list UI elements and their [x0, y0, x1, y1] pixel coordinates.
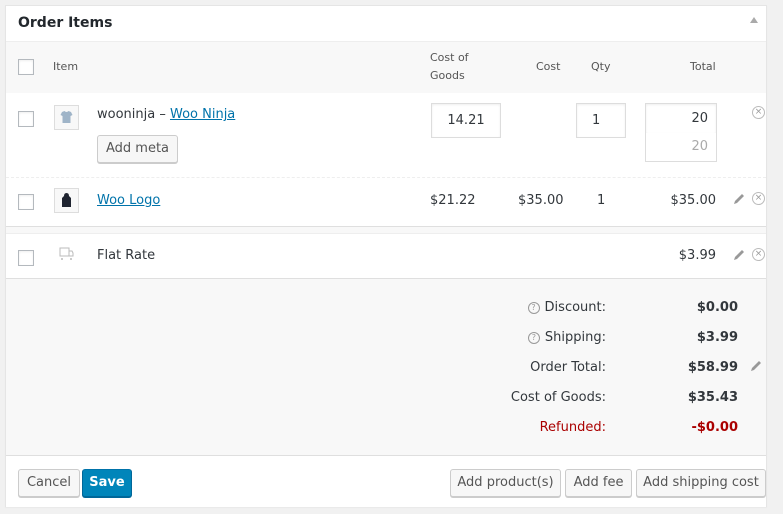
- delete-shipping-icon[interactable]: ×: [752, 248, 765, 261]
- cost-of-goods-input[interactable]: 14.21: [431, 103, 501, 138]
- add-shipping-cost-button[interactable]: Add shipping cost: [636, 469, 766, 497]
- line-item-title: wooninja – Woo Ninja: [97, 107, 235, 122]
- line-item-row: wooninja – Woo Ninja Add meta 14.21 1 20…: [6, 93, 766, 177]
- line-item-sku: wooninja –: [97, 107, 170, 122]
- save-button[interactable]: Save: [82, 469, 132, 497]
- column-cost-of-goods-line2: Goods: [430, 69, 465, 82]
- delete-item-icon[interactable]: ×: [752, 106, 765, 119]
- column-cost: Cost: [536, 60, 561, 73]
- shipping-total-value: $3.99: [678, 248, 716, 263]
- edit-total-icon[interactable]: [749, 359, 763, 373]
- truck-icon: [59, 247, 75, 265]
- line-subtotal-input[interactable]: 20: [645, 133, 717, 162]
- quantity-value: 1: [597, 193, 606, 208]
- hoodie-icon: [54, 188, 79, 213]
- shipping-label: ? Shipping:: [527, 330, 606, 345]
- shipping-label-text: Shipping:: [544, 330, 606, 345]
- section-divider: [6, 226, 766, 234]
- cost-value: $35.00: [518, 193, 564, 208]
- shipping-checkbox[interactable]: [18, 250, 34, 266]
- line-item-checkbox[interactable]: [18, 111, 34, 127]
- quantity-input[interactable]: 1: [576, 103, 626, 138]
- refunded-value: -$0.00: [691, 420, 738, 435]
- table-header: Item Cost of Goods Cost Qty Total: [6, 42, 766, 93]
- help-icon[interactable]: ?: [527, 332, 540, 344]
- product-link[interactable]: Woo Logo: [97, 193, 160, 208]
- discount-label-text: Discount:: [544, 300, 606, 315]
- column-total: Total: [690, 60, 716, 73]
- order-totals: ? Discount: $0.00 ? Shipping: $3.99 Order …: [6, 278, 766, 455]
- column-qty: Qty: [591, 60, 611, 73]
- edit-shipping-icon[interactable]: [732, 248, 746, 262]
- collapse-toggle-icon[interactable]: [750, 17, 758, 23]
- shipping-row: Flat Rate $3.99 ×: [6, 235, 766, 278]
- line-total-input[interactable]: 20: [645, 103, 717, 134]
- select-all-checkbox[interactable]: [18, 59, 34, 75]
- panel-header: Order Items: [6, 6, 766, 42]
- cancel-button[interactable]: Cancel: [18, 469, 80, 497]
- line-total-value: $35.00: [670, 193, 717, 208]
- line-item-checkbox[interactable]: [18, 194, 34, 210]
- edit-item-icon[interactable]: [732, 192, 746, 206]
- column-cost-of-goods: Cost of Goods: [430, 49, 469, 85]
- add-fee-button[interactable]: Add fee: [565, 469, 632, 497]
- shipping-method-name: Flat Rate: [97, 248, 156, 263]
- refunded-label: Refunded:: [539, 420, 606, 435]
- add-products-button[interactable]: Add product(s): [450, 469, 561, 497]
- add-meta-button[interactable]: Add meta: [97, 135, 178, 163]
- tshirt-icon: [54, 105, 79, 130]
- order-items-panel: Order Items Item Cost of Goods Cost Qty …: [5, 5, 767, 507]
- column-cost-of-goods-line1: Cost of: [430, 51, 469, 64]
- cost-of-goods-label: Cost of Goods:: [510, 390, 606, 405]
- help-icon[interactable]: ?: [527, 302, 540, 314]
- cost-of-goods-total: $35.43: [687, 390, 738, 405]
- cost-of-goods-value: $21.22: [430, 193, 476, 208]
- panel-title: Order Items: [18, 15, 113, 31]
- order-total-value: $58.99: [687, 360, 738, 375]
- shipping-total: $3.99: [696, 330, 738, 345]
- line-item-row: Woo Logo $21.22 $35.00 1 $35.00 ×: [6, 178, 766, 226]
- column-item: Item: [53, 60, 79, 73]
- order-total-label: Order Total:: [530, 360, 606, 375]
- delete-item-icon[interactable]: ×: [752, 192, 765, 205]
- product-link[interactable]: Woo Ninja: [170, 107, 235, 122]
- order-items-footer: Cancel Save Add product(s) Add fee Add s…: [6, 455, 766, 507]
- discount-label: ? Discount:: [527, 300, 606, 315]
- discount-value: $0.00: [696, 300, 738, 315]
